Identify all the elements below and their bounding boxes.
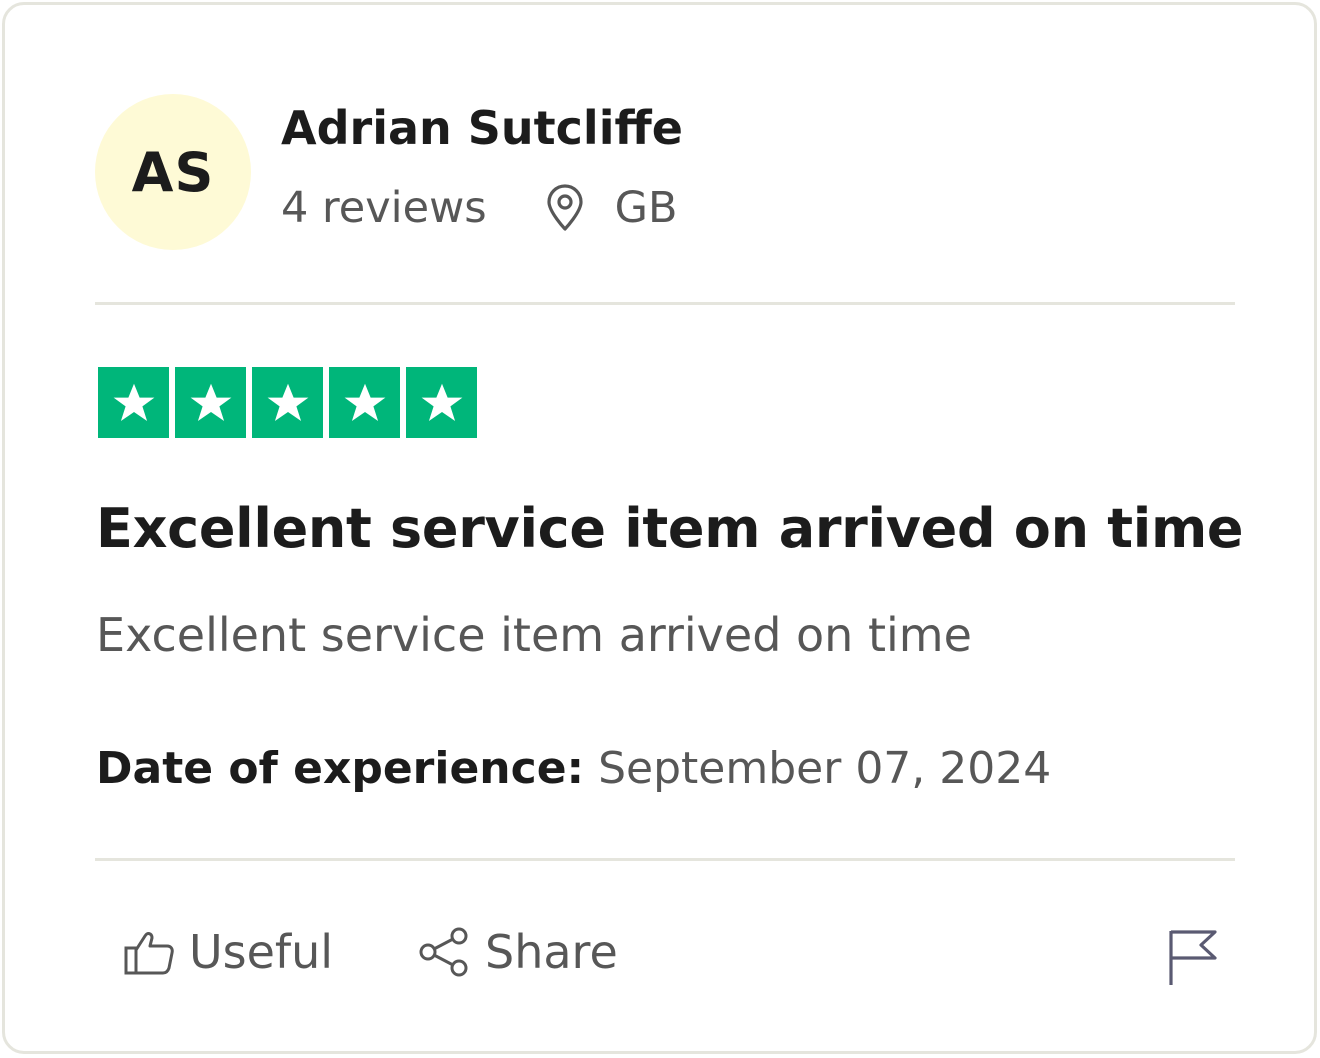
review-title[interactable]: Excellent service item arrived on time: [96, 497, 1244, 560]
date-label: Date of experience:: [96, 743, 585, 794]
useful-button[interactable]: Useful: [123, 925, 333, 979]
review-body: Excellent service item arrived on time: [96, 608, 972, 662]
star-icon: [252, 367, 323, 438]
star-icon: [175, 367, 246, 438]
share-button[interactable]: Share: [417, 925, 618, 979]
star-icon: [329, 367, 400, 438]
divider-top: [95, 302, 1235, 305]
share-icon: [417, 925, 471, 979]
star-icon: [98, 367, 169, 438]
date-value: September 07, 2024: [598, 743, 1052, 794]
review-card: AS Adrian Sutcliffe 4 reviews GB Excelle…: [2, 2, 1317, 1054]
share-label: Share: [485, 925, 618, 979]
reviews-count: 4 reviews: [281, 183, 487, 233]
star-rating: [98, 367, 477, 438]
location-pin-icon: [543, 183, 587, 233]
reviewer-country: GB: [614, 183, 678, 233]
divider-bottom: [95, 858, 1235, 861]
avatar[interactable]: AS: [95, 94, 251, 250]
useful-label: Useful: [189, 925, 334, 979]
reviewer-name[interactable]: Adrian Sutcliffe: [281, 101, 683, 155]
thumbs-up-icon: [123, 927, 175, 977]
avatar-initials: AS: [131, 140, 215, 204]
reviewer-meta: 4 reviews GB: [281, 183, 677, 233]
date-of-experience: Date of experience: September 07, 2024: [96, 743, 1051, 794]
star-icon: [406, 367, 477, 438]
flag-icon[interactable]: [1165, 927, 1221, 987]
